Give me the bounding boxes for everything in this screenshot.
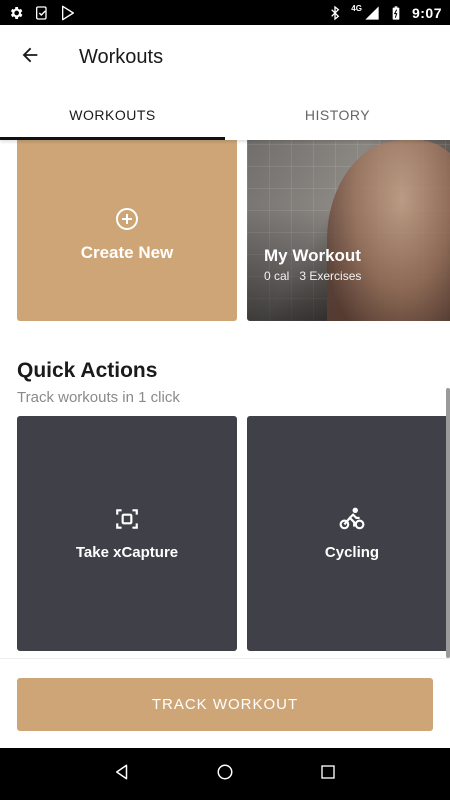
cycling-icon [339,506,365,532]
battery-icon [388,5,404,21]
tab-bar: WORKOUTS HISTORY [0,89,450,140]
plus-circle-icon [115,207,139,231]
bluetooth-icon [327,5,343,21]
tab-workouts[interactable]: WORKOUTS [0,89,225,140]
nav-home-button[interactable] [205,754,245,794]
network-type-label: 4G [351,4,362,13]
quick-actions-subtitle: Track workouts in 1 click [17,389,180,406]
take-xcapture-label: Take xCapture [75,544,179,561]
tab-history[interactable]: HISTORY [225,89,450,140]
capture-icon [114,506,140,532]
quick-actions-title: Quick Actions [17,359,158,382]
system-nav-bar [0,748,450,800]
take-xcapture-card[interactable]: Take xCapture [17,416,237,651]
app-header: Workouts [0,25,450,89]
workouts-content[interactable]: Create New My Workout 0 cal 3 Exercises … [0,140,450,658]
page-title: Workouts [79,45,164,68]
nav-back-button[interactable] [102,754,142,794]
arrow-left-icon [19,44,41,71]
workout-card[interactable]: My Workout 0 cal 3 Exercises [247,140,450,321]
signal-icon [364,5,380,21]
gear-icon [8,5,24,21]
clock: 9:07 [411,4,442,21]
clipboard-check-icon [34,5,50,21]
back-triangle-icon [113,763,131,786]
scrollbar-thumb[interactable] [446,388,450,658]
nav-recents-button[interactable] [308,754,348,794]
create-new-label: Create New [80,242,174,262]
workout-title: My Workout [264,246,361,265]
status-bar: 4G 9:07 [0,0,450,25]
workout-meta: 0 cal 3 Exercises [264,269,361,283]
workout-calories: 0 cal [264,269,290,283]
back-button[interactable] [0,25,60,89]
bottom-action-area: TRACK WORKOUT [0,658,450,748]
play-store-icon [60,5,76,21]
home-circle-icon [216,763,234,786]
cycling-label: Cycling [324,544,380,561]
recents-square-icon [320,764,336,785]
cycling-card[interactable]: Cycling [247,416,450,651]
track-workout-button[interactable]: TRACK WORKOUT [17,678,433,731]
workout-exercise-count: 3 Exercises [299,269,362,283]
create-new-card[interactable]: Create New [17,140,237,321]
